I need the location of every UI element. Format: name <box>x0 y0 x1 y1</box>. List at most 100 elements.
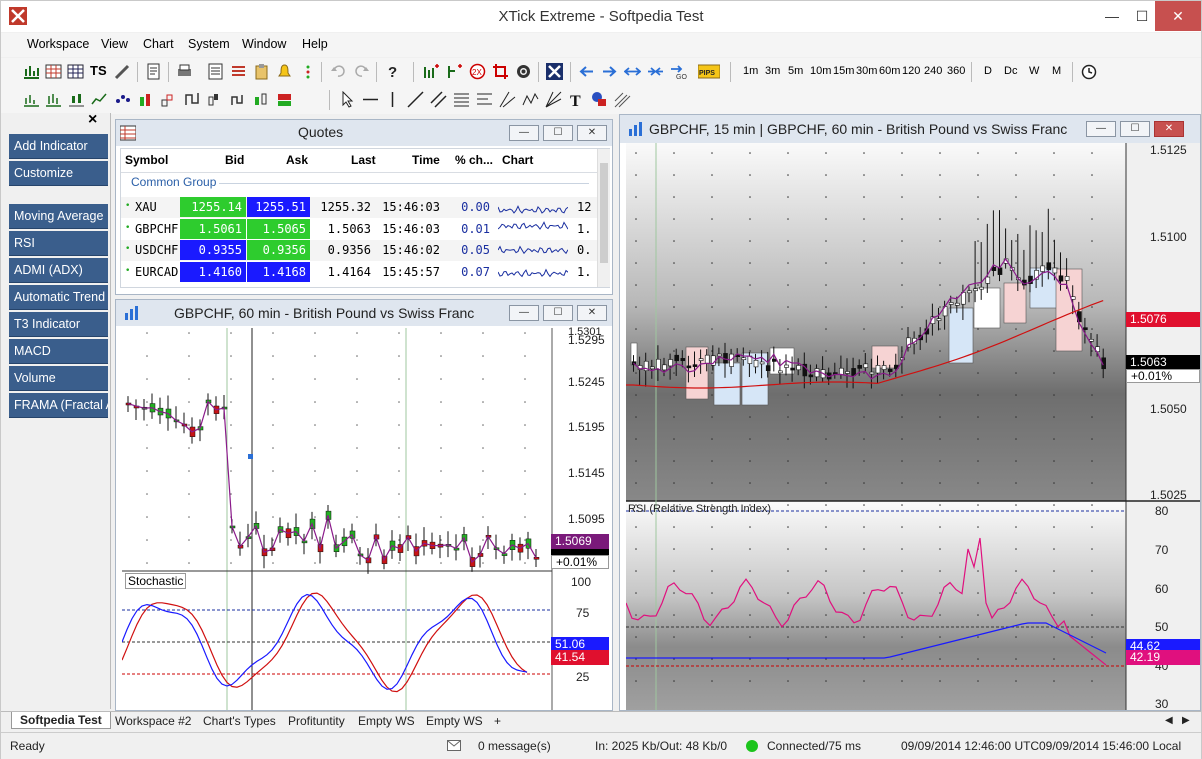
price-chart-60min[interactable] <box>122 328 612 710</box>
quote-row[interactable]: • EURCAD 1.4160 1.4168 1.4164 15:45:57 0.07 1. <box>121 261 597 283</box>
renko-chart-icon[interactable] <box>161 91 178 108</box>
bar-chart-icon[interactable] <box>23 91 40 108</box>
text-tool-icon[interactable]: T <box>568 91 585 108</box>
tab-empty-ws-2[interactable]: Empty WS <box>426 714 483 728</box>
tab-profituntity[interactable]: Profituntity <box>288 714 345 728</box>
cross-close-icon[interactable] <box>546 63 563 80</box>
chart-15min-minimize-button[interactable]: — <box>1086 121 1116 137</box>
period-60m[interactable]: 60m <box>879 65 900 77</box>
more-options-icon[interactable] <box>300 63 317 80</box>
maximize-button[interactable]: ☐ <box>1125 1 1159 31</box>
line-chart-icon[interactable] <box>91 91 108 108</box>
bell-icon[interactable] <box>276 63 293 80</box>
close-button[interactable]: ✕ <box>1155 1 1201 31</box>
colored-bars-icon[interactable] <box>138 91 155 108</box>
period-10m[interactable]: 10m <box>810 65 831 77</box>
grid-icon[interactable] <box>67 63 84 80</box>
zoom-in-icon[interactable] <box>624 63 641 80</box>
print-icon[interactable] <box>176 63 193 80</box>
minimize-button[interactable]: — <box>1095 1 1129 31</box>
quotes-close-button[interactable]: ✕ <box>577 125 607 141</box>
menu-window[interactable]: Window <box>242 37 286 51</box>
line-break-icon[interactable] <box>207 91 224 108</box>
panel-close-button[interactable]: × <box>88 111 97 129</box>
quote-row[interactable]: • USDCHF 0.9355 0.9356 0.9356 15:46:02 0.05 0. <box>121 240 597 261</box>
quotes-scrollbar[interactable] <box>597 149 610 287</box>
column-bid[interactable]: Bid <box>225 153 244 177</box>
quotes-minimize-button[interactable]: — <box>509 125 539 141</box>
pips-icon[interactable]: PIPS <box>698 63 720 80</box>
indicator-rsi[interactable]: RSI <box>9 231 108 256</box>
menu-system[interactable]: System <box>188 37 230 51</box>
trend-line-icon[interactable] <box>407 91 424 108</box>
period-3m[interactable]: 3m <box>765 65 780 77</box>
add-chart-icon[interactable] <box>423 63 440 80</box>
tab-charts-types[interactable]: Chart's Types <box>203 714 276 728</box>
envelope-icon[interactable] <box>447 740 461 751</box>
period-5m[interactable]: 5m <box>788 65 803 77</box>
pen-icon[interactable] <box>114 63 131 80</box>
add-indicator-icon[interactable] <box>446 63 463 80</box>
channel-icon[interactable] <box>430 91 447 108</box>
column-symbol[interactable]: Symbol <box>125 153 168 177</box>
period-240[interactable]: 240 <box>924 65 942 77</box>
period-360[interactable]: 360 <box>947 65 965 77</box>
zoom-out-icon[interactable] <box>647 63 664 80</box>
period-120[interactable]: 120 <box>902 65 920 77</box>
status-messages[interactable]: 0 message(s) <box>478 739 551 753</box>
clock-icon[interactable] <box>1080 63 1097 80</box>
indicator-macd[interactable]: MACD <box>9 339 108 364</box>
point-figure-icon[interactable] <box>230 91 247 108</box>
redo-icon[interactable] <box>353 63 370 80</box>
template-icon[interactable]: 2X <box>469 63 486 80</box>
erase-drawings-icon[interactable] <box>614 91 631 108</box>
pitchfork-icon[interactable] <box>499 91 516 108</box>
cursor-icon[interactable] <box>339 91 356 108</box>
fib-fan-icon[interactable] <box>476 91 493 108</box>
period-15m[interactable]: 15m <box>833 65 854 77</box>
ohlc-chart-icon[interactable] <box>45 91 62 108</box>
add-indicator-button[interactable]: Add Indicator <box>9 134 108 159</box>
menu-chart[interactable]: Chart <box>143 37 174 51</box>
indicator-t3[interactable]: T3 Indicator <box>9 312 108 337</box>
indicator-admi[interactable]: ADMI (ADX) <box>9 258 108 283</box>
candle-chart-icon[interactable] <box>68 91 85 108</box>
dot-chart-icon[interactable] <box>115 91 132 108</box>
clipboard-icon[interactable] <box>253 63 270 80</box>
column-last[interactable]: Last <box>351 153 376 177</box>
group-label[interactable]: Common Group <box>131 175 216 189</box>
help-icon[interactable]: ? <box>384 63 401 80</box>
vertical-line-icon[interactable] <box>384 91 401 108</box>
tab-scroll-left-icon[interactable]: ◀ <box>1165 715 1173 726</box>
add-tab-button[interactable]: + <box>494 714 501 728</box>
indicator-volume[interactable]: Volume <box>9 366 108 391</box>
price-chart-15min[interactable] <box>626 143 1200 710</box>
settings-icon[interactable] <box>515 63 532 80</box>
range-w[interactable]: W <box>1029 65 1039 77</box>
indicator-moving-average[interactable]: Moving Average <box>9 204 108 229</box>
menu-help[interactable]: Help <box>302 37 328 51</box>
range-d[interactable]: D <box>984 65 992 77</box>
range-m[interactable]: M <box>1052 65 1061 77</box>
scroll-left-icon[interactable] <box>578 63 595 80</box>
volume-chart-icon[interactable] <box>276 91 293 108</box>
chart-60min-close-button[interactable]: ✕ <box>577 305 607 321</box>
menu-workspace[interactable]: Workspace <box>27 37 89 51</box>
horizontal-line-icon[interactable] <box>362 91 379 108</box>
undo-icon[interactable] <box>330 63 347 80</box>
alerts-list-icon[interactable] <box>230 63 247 80</box>
quote-row[interactable]: • GBPCHF 1.5061 1.5065 1.5063 15:46:03 0.01 1. <box>121 218 597 240</box>
kagi-chart-icon[interactable] <box>184 91 201 108</box>
scroll-right-icon[interactable] <box>601 63 618 80</box>
quote-row[interactable]: • XAU 1255.14 1255.51 1255.32 15:46:03 0.00 12 <box>121 197 597 218</box>
indicator-frama[interactable]: FRAMA (Fractal A <box>9 393 108 418</box>
document-icon[interactable] <box>145 63 162 80</box>
crop-icon[interactable] <box>492 63 509 80</box>
range-dc[interactable]: Dc <box>1004 65 1017 77</box>
gann-icon[interactable] <box>545 91 562 108</box>
tab-scroll-right-icon[interactable]: ▶ <box>1182 715 1190 726</box>
fibonacci-icon[interactable] <box>453 91 470 108</box>
new-chart-icon[interactable] <box>23 63 40 80</box>
column-chart[interactable]: Chart <box>502 153 533 177</box>
chart-60min-maximize-button[interactable]: ☐ <box>543 305 573 321</box>
